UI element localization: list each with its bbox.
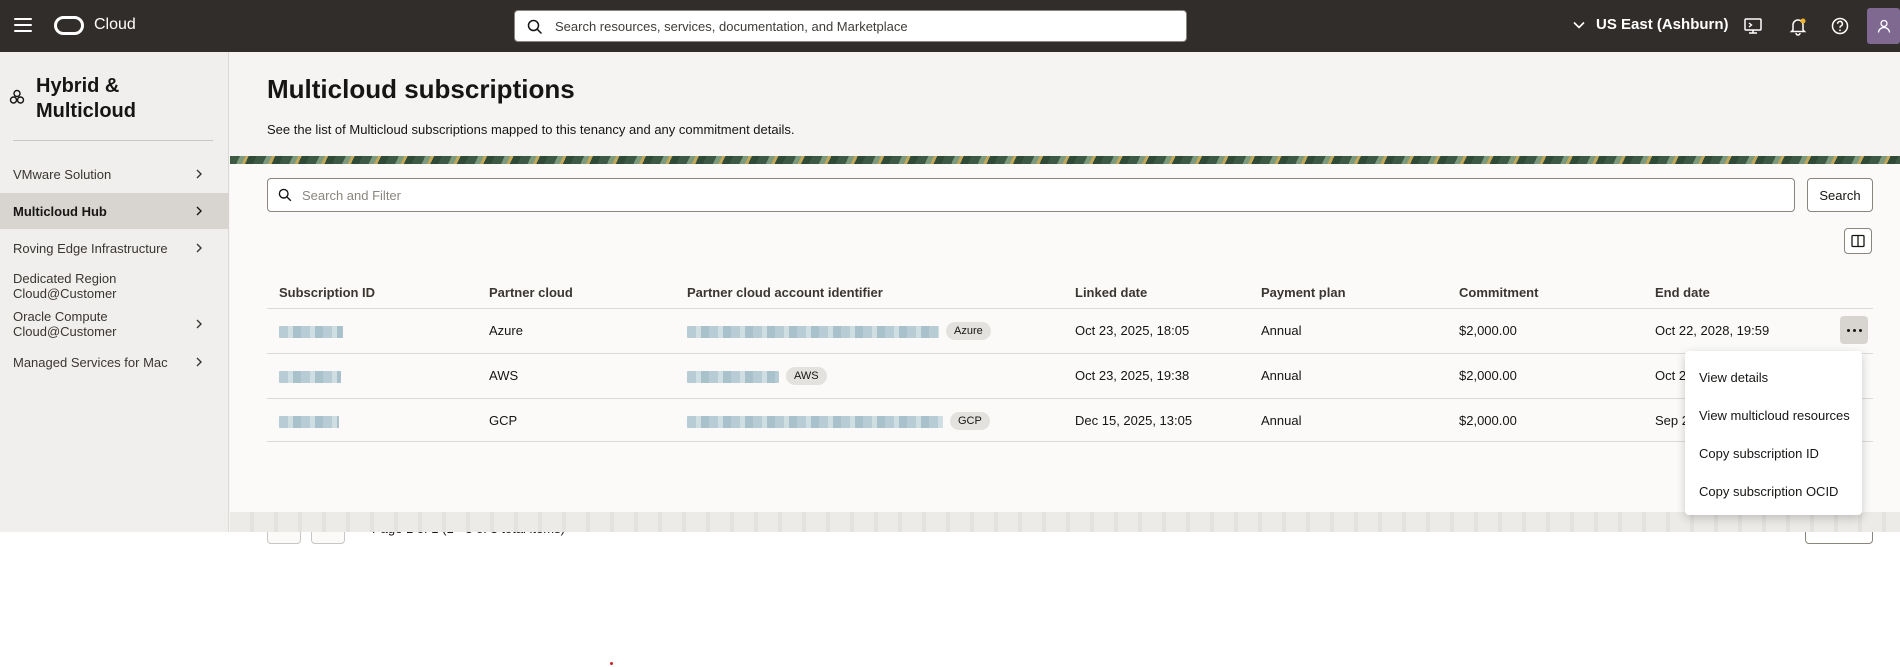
partner-cloud-cell: GCP — [489, 413, 518, 428]
column-header[interactable]: Partner cloud — [489, 278, 573, 308]
column-header[interactable]: End date — [1655, 278, 1710, 308]
sidebar-item-compute-cloud-customer[interactable]: Oracle Compute Cloud@Customer — [0, 308, 229, 340]
sidebar-item-label: Dedicated Region Cloud@Customer — [13, 271, 117, 301]
partner-tag: GCP — [950, 412, 990, 430]
menu-icon[interactable] — [14, 18, 32, 32]
global-search-input[interactable] — [555, 11, 1175, 41]
column-header[interactable]: Commitment — [1459, 278, 1538, 308]
payment-plan-cell: Annual — [1261, 368, 1302, 383]
cursor-marker — [610, 662, 613, 665]
notification-bell-icon[interactable] — [1788, 16, 1808, 36]
user-icon — [1877, 19, 1890, 33]
chevron-right-icon — [196, 206, 202, 216]
sidebar-item-roving-edge[interactable]: Roving Edge Infrastructure — [0, 234, 229, 262]
sidebar-item-multicloud-hub[interactable]: Multicloud Hub — [0, 193, 229, 229]
page-description: See the list of Multicloud subscriptions… — [267, 122, 795, 137]
redacted-subscription-id — [279, 371, 341, 383]
search-filter-input[interactable] — [302, 179, 1782, 211]
linked-date-cell: Oct 23, 2025, 19:38 — [1075, 368, 1190, 383]
sidebar-item-label: Multicloud Hub — [13, 203, 107, 219]
decorative-footer-strip — [230, 512, 1900, 532]
partner-cloud-cell: AWS — [489, 368, 519, 383]
sidebar-item-label: Managed Services for Mac — [13, 354, 168, 370]
redacted-account-identifier — [687, 416, 943, 428]
multicloud-icon — [9, 89, 25, 104]
end-date-cell: Sep 2 — [1655, 413, 1689, 428]
manage-columns-button[interactable] — [1844, 228, 1872, 254]
console-app: Cloud US East (Ashburn) — [0, 0, 1900, 544]
sidebar-item-label: Roving Edge Infrastructure — [13, 240, 168, 256]
sidebar-item-dedicated-region[interactable]: Dedicated Region Cloud@Customer — [0, 270, 229, 302]
chevron-down-icon — [1573, 21, 1585, 29]
menu-item-copy-subscription-id[interactable]: Copy subscription ID — [1685, 435, 1862, 473]
chevron-right-icon — [196, 357, 202, 367]
sidebar-item-vmware-solution[interactable]: VMware Solution — [0, 160, 229, 188]
help-icon[interactable] — [1830, 16, 1850, 36]
redacted-subscription-id — [279, 416, 339, 428]
linked-date-cell: Dec 15, 2025, 13:05 — [1075, 413, 1193, 428]
search-button[interactable]: Search — [1807, 178, 1873, 212]
table-row[interactable]: AWS AWS Oct 23, 2025, 19:38 Annual $2,00… — [267, 353, 1873, 397]
subscriptions-panel: Search Subscription ID Partner cloud Par… — [230, 164, 1900, 544]
top-bar: Cloud US East (Ashburn) — [0, 0, 1900, 52]
commitment-cell: $2,000.00 — [1459, 323, 1517, 338]
redacted-account-identifier — [687, 371, 779, 383]
table-row[interactable]: Azure Azure Oct 23, 2025, 18:05 Annual $… — [267, 308, 1873, 352]
partner-tag: AWS — [786, 367, 827, 385]
search-filter[interactable] — [267, 178, 1795, 212]
table-row[interactable]: GCP GCP Dec 15, 2025, 13:05 Annual $2,00… — [267, 398, 1873, 442]
end-date-cell: Oct 22, 2028, 19:59 — [1655, 323, 1770, 338]
commitment-cell: $2,000.00 — [1459, 413, 1517, 428]
column-header[interactable]: Linked date — [1075, 278, 1147, 308]
menu-item-copy-subscription-ocid[interactable]: Copy subscription OCID — [1685, 473, 1862, 511]
chevron-right-icon — [196, 169, 202, 179]
partner-tag: Azure — [946, 322, 991, 340]
column-header[interactable]: Partner cloud account identifier — [687, 278, 883, 308]
commitment-cell: $2,000.00 — [1459, 368, 1517, 383]
payment-plan-cell: Annual — [1261, 323, 1302, 338]
partner-cloud-cell: Azure — [489, 323, 523, 338]
row-actions-menu: View details View multicloud resources C… — [1685, 351, 1862, 515]
global-search[interactable] — [514, 10, 1187, 42]
oracle-logo-icon[interactable] — [54, 16, 84, 35]
region-selector[interactable]: US East (Ashburn) — [1572, 16, 1729, 33]
user-avatar[interactable] — [1867, 8, 1900, 44]
column-header[interactable]: Payment plan — [1261, 278, 1346, 308]
sidebar-item-managed-services-mac[interactable]: Managed Services for Mac — [0, 348, 229, 376]
end-date-cell: Oct 2 — [1655, 368, 1687, 383]
redacted-account-identifier — [687, 326, 939, 338]
sidebar: Hybrid & Multicloud VMware Solution Mult… — [0, 52, 229, 532]
sidebar-title: Hybrid & Multicloud — [36, 75, 136, 122]
search-icon — [527, 19, 543, 35]
menu-item-view-details[interactable]: View details — [1685, 359, 1862, 397]
page-title: Multicloud subscriptions — [267, 74, 575, 104]
sidebar-divider — [13, 140, 213, 141]
column-header[interactable]: Subscription ID — [279, 278, 375, 308]
search-icon — [278, 188, 292, 202]
chevron-right-icon — [196, 319, 202, 329]
menu-item-view-multicloud-resources[interactable]: View multicloud resources — [1685, 397, 1862, 435]
main-content: Multicloud subscriptions See the list of… — [230, 52, 1900, 544]
cloud-shell-icon[interactable] — [1743, 16, 1763, 36]
sidebar-item-label: VMware Solution — [13, 166, 112, 182]
brand-name[interactable]: Cloud — [94, 16, 136, 34]
row-actions-button[interactable] — [1840, 316, 1868, 344]
region-label: US East (Ashburn) — [1596, 16, 1729, 33]
linked-date-cell: Oct 23, 2025, 18:05 — [1075, 323, 1190, 338]
redacted-subscription-id — [279, 326, 343, 338]
chevron-right-icon — [196, 243, 202, 253]
sidebar-item-label: Oracle Compute Cloud@Customer — [13, 309, 117, 339]
decorative-banner — [230, 156, 1900, 164]
columns-icon — [1851, 234, 1865, 248]
payment-plan-cell: Annual — [1261, 413, 1302, 428]
